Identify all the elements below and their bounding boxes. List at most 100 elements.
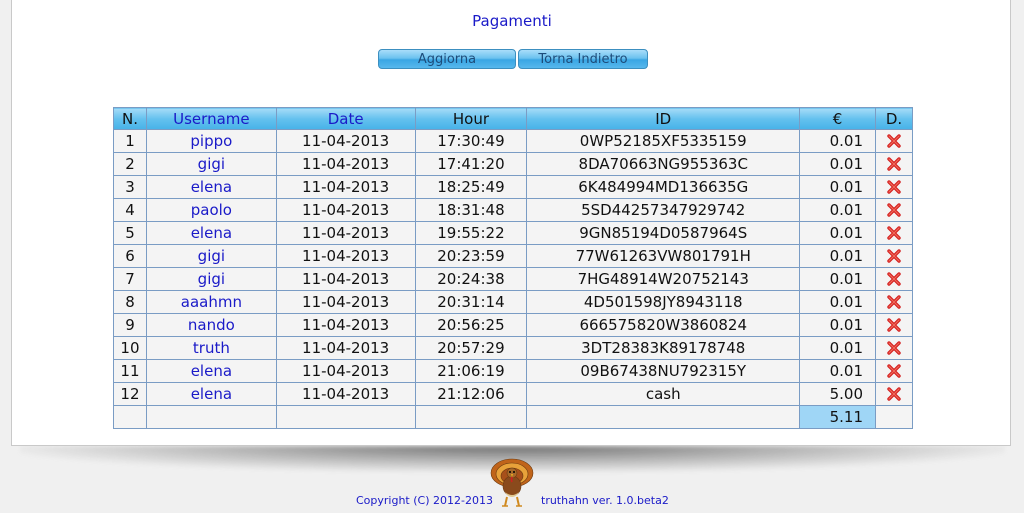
total-row: 5.11 xyxy=(113,405,913,429)
delete-x-icon[interactable] xyxy=(886,363,902,379)
cell-username[interactable]: pippo xyxy=(145,129,277,153)
cell-date: 11-04-2013 xyxy=(275,267,416,291)
cell-number: 2 xyxy=(113,152,147,176)
col-header-amount: € xyxy=(799,107,876,130)
table-header-row: N. Username Date Hour ID € D. xyxy=(113,107,913,130)
back-button[interactable]: Torna Indietro xyxy=(518,49,648,69)
cell-amount: 0.01 xyxy=(799,129,876,153)
cell-amount: 0.01 xyxy=(799,175,876,199)
cell-date: 11-04-2013 xyxy=(275,198,416,222)
delete-x-icon[interactable] xyxy=(886,133,902,149)
cell-id: 7HG48914W20752143 xyxy=(526,267,801,291)
payments-table: N. Username Date Hour ID € D. 1 pippo 11-0… xyxy=(113,107,913,429)
total-row-empty-cell xyxy=(414,405,528,429)
total-row-empty-cell xyxy=(875,405,913,429)
cell-amount: 0.01 xyxy=(799,244,876,268)
total-row-empty-cell xyxy=(145,405,277,429)
cell-hour: 20:24:38 xyxy=(414,267,528,291)
col-header-username[interactable]: Username xyxy=(145,107,277,130)
cell-number: 7 xyxy=(113,267,147,291)
cell-amount: 0.01 xyxy=(799,267,876,291)
cell-delete xyxy=(875,290,913,314)
table-row: 1 pippo 11-04-2013 17:30:49 0WP52185XF533515… xyxy=(113,129,913,153)
cell-number: 4 xyxy=(113,198,147,222)
cell-amount: 5.00 xyxy=(799,382,876,406)
total-row-empty-cell xyxy=(526,405,801,429)
delete-x-icon[interactable] xyxy=(886,156,902,172)
col-header-id: ID xyxy=(526,107,801,130)
table-row: 5 elena 11-04-2013 19:55:22 9GN85194D0587964… xyxy=(113,221,913,245)
cell-amount: 0.01 xyxy=(799,336,876,360)
cell-username[interactable]: gigi xyxy=(145,152,277,176)
cell-number: 11 xyxy=(113,359,147,383)
cell-username[interactable]: elena xyxy=(145,382,277,406)
cell-date: 11-04-2013 xyxy=(275,244,416,268)
cell-date: 11-04-2013 xyxy=(275,175,416,199)
cell-username[interactable]: elena xyxy=(145,175,277,199)
turkey-logo-icon xyxy=(487,456,537,508)
cell-delete xyxy=(875,152,913,176)
delete-x-icon[interactable] xyxy=(886,271,902,287)
cell-amount: 0.01 xyxy=(799,152,876,176)
cell-amount: 0.01 xyxy=(799,290,876,314)
cell-delete xyxy=(875,382,913,406)
cell-delete xyxy=(875,359,913,383)
delete-x-icon[interactable] xyxy=(886,294,902,310)
cell-username[interactable]: aaahmn xyxy=(145,290,277,314)
cell-delete xyxy=(875,244,913,268)
cell-id: 666575820W3860824 xyxy=(526,313,801,337)
cell-amount: 0.01 xyxy=(799,313,876,337)
total-row-empty-cell xyxy=(275,405,416,429)
cell-username[interactable]: gigi xyxy=(145,244,277,268)
delete-x-icon[interactable] xyxy=(886,317,902,333)
table-row: 12 elena 11-04-2013 21:12:06 cash 5.00 xyxy=(113,382,913,406)
refresh-button[interactable]: Aggiorna xyxy=(378,49,516,69)
col-header-hour: Hour xyxy=(414,107,528,130)
cell-amount: 0.01 xyxy=(799,198,876,222)
cell-hour: 21:06:19 xyxy=(414,359,528,383)
col-header-date[interactable]: Date xyxy=(275,107,416,130)
cell-id: 4D501598JY8943118 xyxy=(526,290,801,314)
table-row: 6 gigi 11-04-2013 20:23:59 77W61263VW801791H… xyxy=(113,244,913,268)
cell-username[interactable]: nando xyxy=(145,313,277,337)
cell-hour: 20:23:59 xyxy=(414,244,528,268)
page-title: Pagamenti xyxy=(472,12,552,30)
delete-x-icon[interactable] xyxy=(886,340,902,356)
delete-x-icon[interactable] xyxy=(886,179,902,195)
cell-hour: 18:31:48 xyxy=(414,198,528,222)
cell-hour: 20:57:29 xyxy=(414,336,528,360)
cell-number: 10 xyxy=(113,336,147,360)
table-row: 3 elena 11-04-2013 18:25:49 6K484994MD136635… xyxy=(113,175,913,199)
cell-number: 5 xyxy=(113,221,147,245)
cell-delete xyxy=(875,267,913,291)
cell-username[interactable]: elena xyxy=(145,221,277,245)
cell-date: 11-04-2013 xyxy=(275,152,416,176)
cell-hour: 18:25:49 xyxy=(414,175,528,199)
cell-delete xyxy=(875,336,913,360)
delete-x-icon[interactable] xyxy=(886,386,902,402)
cell-id: 6K484994MD136635G xyxy=(526,175,801,199)
cell-username[interactable]: gigi xyxy=(145,267,277,291)
delete-x-icon[interactable] xyxy=(886,248,902,264)
cell-username[interactable]: elena xyxy=(145,359,277,383)
version-text: truthahn ver. 1.0.beta2 xyxy=(541,494,669,507)
cell-date: 11-04-2013 xyxy=(275,129,416,153)
cell-amount: 0.01 xyxy=(799,221,876,245)
table-row: 2 gigi 11-04-2013 17:41:20 8DA70663NG955363C… xyxy=(113,152,913,176)
cell-number: 6 xyxy=(113,244,147,268)
cell-date: 11-04-2013 xyxy=(275,221,416,245)
cell-username[interactable]: paolo xyxy=(145,198,277,222)
cell-delete xyxy=(875,313,913,337)
cell-username[interactable]: truth xyxy=(145,336,277,360)
cell-date: 11-04-2013 xyxy=(275,336,416,360)
cell-hour: 19:55:22 xyxy=(414,221,528,245)
delete-x-icon[interactable] xyxy=(886,225,902,241)
cell-id: 9GN85194D0587964S xyxy=(526,221,801,245)
cell-number: 1 xyxy=(113,129,147,153)
cell-delete xyxy=(875,198,913,222)
table-row: 10 truth 11-04-2013 20:57:29 3DT28383K891787… xyxy=(113,336,913,360)
delete-x-icon[interactable] xyxy=(886,202,902,218)
cell-date: 11-04-2013 xyxy=(275,313,416,337)
col-header-delete: D. xyxy=(875,107,913,130)
cell-number: 8 xyxy=(113,290,147,314)
